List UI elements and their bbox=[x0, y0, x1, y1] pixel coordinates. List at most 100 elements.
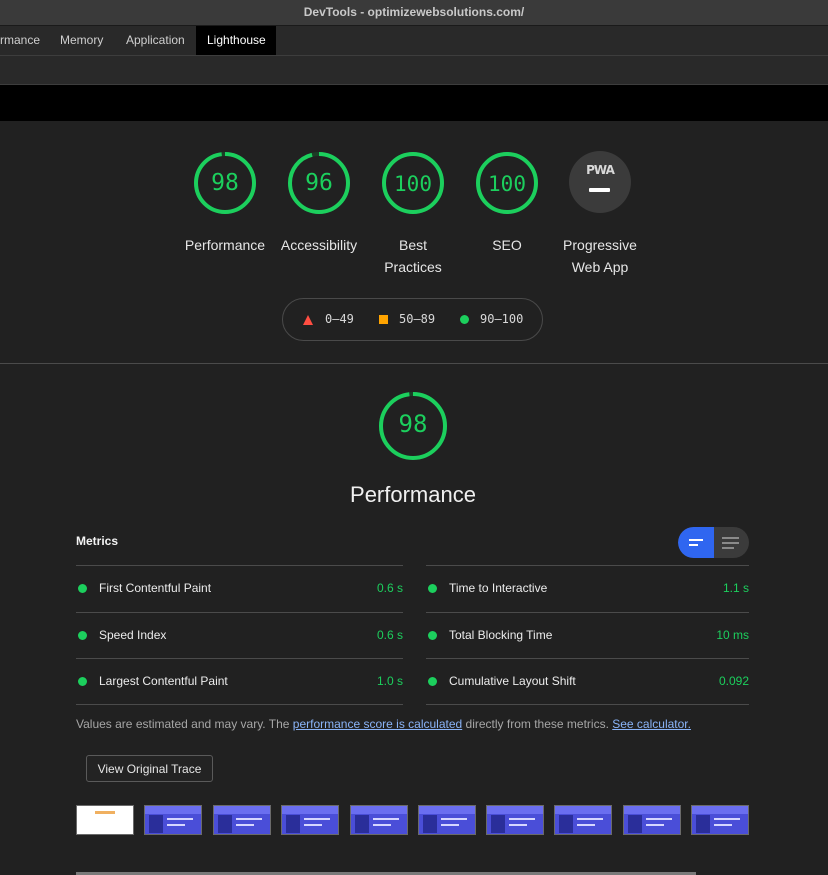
expanded-view-icon bbox=[722, 547, 734, 549]
gauge-label-performance: Performance bbox=[184, 237, 266, 253]
gauge-seo[interactable]: 100 bbox=[475, 151, 539, 215]
thumbnail-band bbox=[624, 806, 680, 814]
expanded-view-icon bbox=[722, 542, 739, 544]
thumbnail-band bbox=[487, 806, 543, 814]
thumbnail-line bbox=[509, 818, 535, 820]
thumbnail-band bbox=[692, 806, 748, 814]
pass-circle-icon bbox=[78, 677, 87, 686]
thumbnail-line bbox=[714, 824, 732, 826]
thumbnail-line bbox=[714, 818, 740, 820]
pass-circle-icon bbox=[78, 631, 87, 640]
gauge-label-accessibility: Accessibility bbox=[280, 237, 358, 253]
thumbnail-line bbox=[304, 818, 330, 820]
legend-range-pass: 90–100 bbox=[480, 312, 524, 326]
thumbnail-line bbox=[441, 818, 467, 820]
metric-value: 10 ms bbox=[716, 628, 749, 642]
gauge-best-practices[interactable]: 100 bbox=[381, 151, 445, 215]
thumbnail-line bbox=[646, 818, 672, 820]
metric-value: 0.092 bbox=[718, 674, 749, 688]
thumbnail-line bbox=[236, 818, 262, 820]
pwa-dash-icon bbox=[589, 188, 610, 192]
thumbnail-block bbox=[559, 815, 573, 833]
toggle-compact-view[interactable] bbox=[678, 527, 714, 558]
tab-application[interactable]: Application bbox=[115, 26, 196, 55]
thumbnail-block bbox=[423, 815, 437, 833]
thumbnail-line bbox=[167, 824, 185, 826]
thumbnail-block bbox=[355, 815, 369, 833]
thumbnail-line bbox=[577, 824, 595, 826]
pass-circle-icon bbox=[78, 584, 87, 593]
thumbnail-line bbox=[167, 818, 193, 820]
lighthouse-toolbar bbox=[0, 56, 828, 85]
note-text: Values are estimated and may vary. The bbox=[76, 717, 293, 731]
thumbnail-block bbox=[491, 815, 505, 833]
metrics-divider bbox=[426, 704, 749, 705]
tab-memory[interactable]: Memory bbox=[50, 26, 113, 55]
view-original-trace-button[interactable]: View Original Trace bbox=[86, 755, 213, 782]
metric-first-contentful-paint: First Contentful Paint 0.6 s bbox=[76, 565, 403, 611]
average-square-icon bbox=[379, 315, 388, 324]
thumbnail-block bbox=[696, 815, 710, 833]
thumbnail-line bbox=[373, 824, 391, 826]
gauge-label-line: Best bbox=[398, 237, 427, 253]
truncated-text-line bbox=[76, 868, 696, 875]
metric-label: Time to Interactive bbox=[449, 581, 548, 595]
metrics-view-toggle[interactable] bbox=[678, 527, 749, 558]
filmstrip-thumbnail bbox=[623, 805, 681, 835]
tab-performance[interactable]: rmance bbox=[0, 26, 50, 55]
section-divider bbox=[0, 363, 828, 364]
thumbnail-line bbox=[373, 818, 399, 820]
compact-view-icon bbox=[689, 544, 698, 546]
thumbnail-band bbox=[351, 806, 407, 814]
gauge-score: 98 bbox=[398, 410, 428, 438]
metric-label: Total Blocking Time bbox=[449, 628, 553, 642]
gauge-score: 100 bbox=[394, 172, 432, 196]
gauge-performance-large: 98 bbox=[377, 386, 449, 466]
metric-largest-contentful-paint: Largest Contentful Paint 1.0 s bbox=[76, 658, 403, 704]
compact-view-icon bbox=[689, 539, 703, 541]
gauge-label-pwa: Progressive Web App bbox=[545, 234, 655, 278]
pass-circle-icon bbox=[460, 315, 469, 324]
thumbnail-block bbox=[628, 815, 642, 833]
window-titlebar: DevTools - optimizewebsolutions.com/ bbox=[0, 0, 828, 26]
legend-range-fail: 0–49 bbox=[325, 312, 354, 326]
gauge-performance[interactable]: 98 bbox=[193, 151, 257, 215]
metric-value: 0.6 s bbox=[376, 628, 403, 642]
filmstrip-thumbnail bbox=[418, 805, 476, 835]
metrics-note: Values are estimated and may vary. The p… bbox=[76, 717, 691, 731]
gauge-pwa[interactable]: PWA bbox=[569, 151, 631, 213]
devtools-tabbar: rmance Memory Application Lighthouse bbox=[0, 26, 828, 56]
pwa-badge-icon: PWA bbox=[586, 163, 615, 177]
gauge-label-line: Progressive bbox=[563, 237, 637, 253]
metric-value: 1.1 s bbox=[722, 581, 749, 595]
gauge-label-seo: SEO bbox=[492, 237, 522, 253]
thumbnail-line bbox=[304, 824, 322, 826]
thumbnail-band bbox=[282, 806, 338, 814]
gauge-score: 98 bbox=[211, 170, 239, 196]
tab-lighthouse[interactable]: Lighthouse bbox=[196, 26, 276, 55]
pass-circle-icon bbox=[428, 631, 437, 640]
thumbnail-block bbox=[218, 815, 232, 833]
metric-value: 1.0 s bbox=[376, 674, 403, 688]
metric-label: First Contentful Paint bbox=[99, 581, 212, 595]
thumbnail-logo bbox=[95, 811, 115, 814]
metrics-divider bbox=[76, 704, 403, 705]
thumbnail-band bbox=[555, 806, 611, 814]
expanded-view-icon[interactable] bbox=[722, 537, 739, 539]
gauge-label-best-practices: Best Practices bbox=[363, 234, 463, 278]
fail-triangle-icon bbox=[303, 315, 313, 325]
gauge-score: 96 bbox=[305, 170, 333, 196]
filmstrip-thumbnail bbox=[486, 805, 544, 835]
filmstrip-thumbnail bbox=[691, 805, 749, 835]
filmstrip-thumbnail bbox=[350, 805, 408, 835]
gauge-accessibility[interactable]: 96 bbox=[287, 151, 351, 215]
thumbnail-line bbox=[646, 824, 664, 826]
metric-label: Cumulative Layout Shift bbox=[449, 674, 576, 688]
legend-range-average: 50–89 bbox=[399, 312, 436, 326]
score-legend: 0–49 50–89 90–100 bbox=[282, 298, 543, 341]
filmstrip-thumbnail bbox=[281, 805, 339, 835]
metrics-title: Metrics bbox=[76, 534, 119, 548]
score-calculated-link[interactable]: performance score is calculated bbox=[293, 717, 462, 731]
gauge-score: 100 bbox=[488, 172, 526, 196]
see-calculator-link[interactable]: See calculator. bbox=[612, 717, 691, 731]
